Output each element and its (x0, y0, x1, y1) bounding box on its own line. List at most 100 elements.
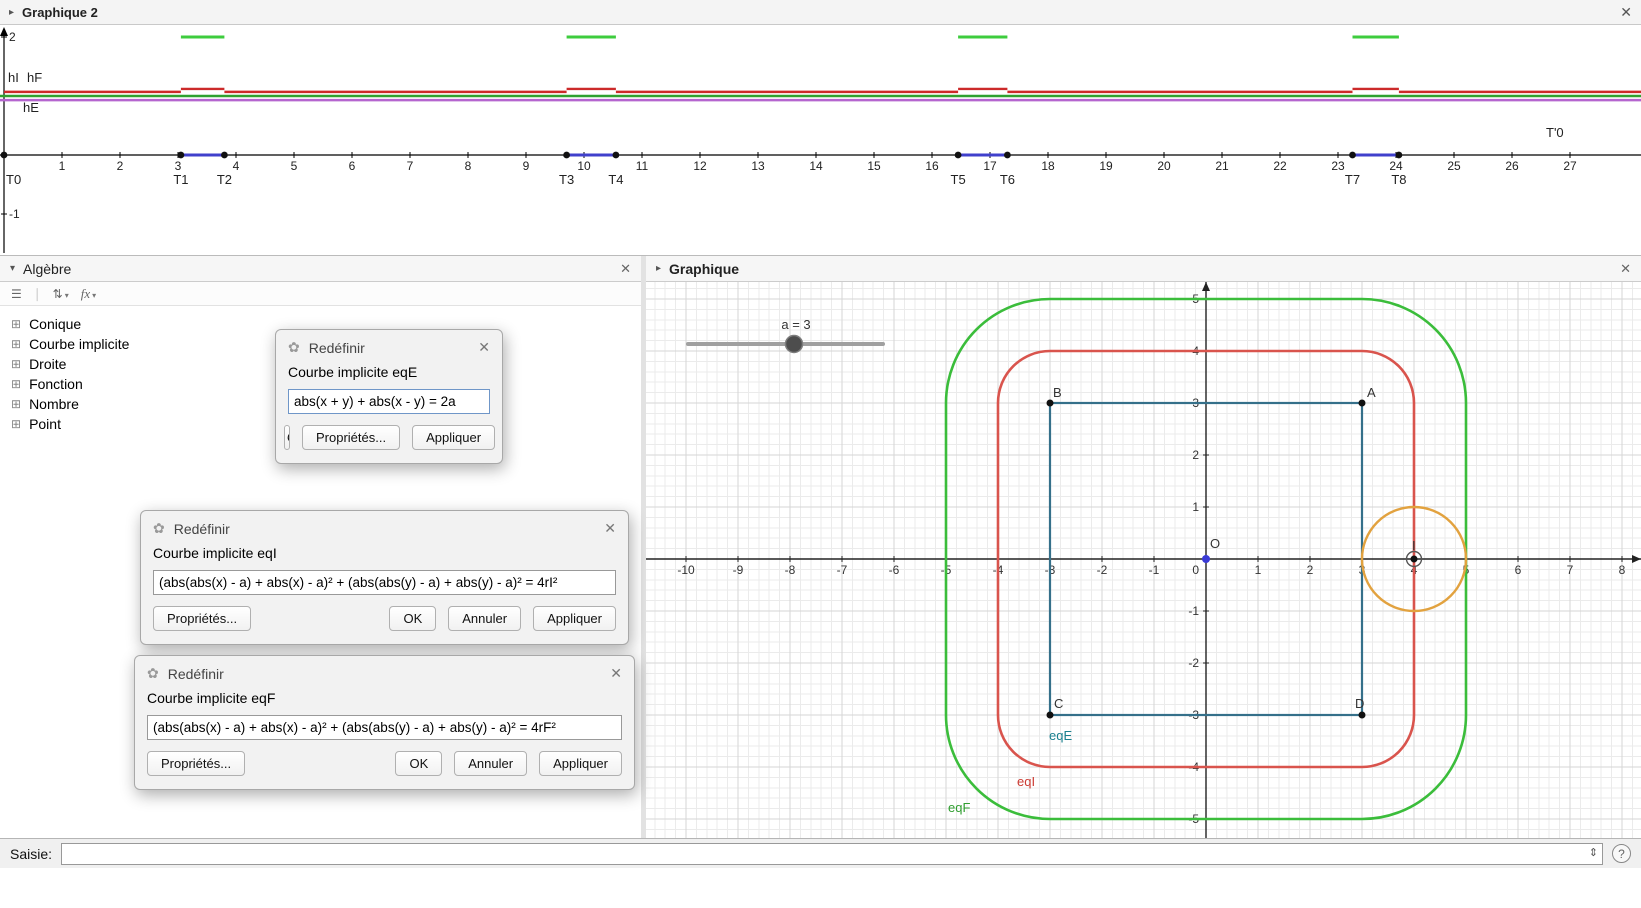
svg-text:eqE: eqE (1049, 728, 1072, 743)
eqI-cancel-button[interactable]: Annuler (448, 606, 521, 631)
svg-text:16: 16 (925, 159, 939, 173)
svg-text:19: 19 (1099, 159, 1113, 173)
eqI-apply-button[interactable]: Appliquer (533, 606, 616, 631)
expand-icon[interactable]: ⊞ (11, 337, 21, 351)
eqI-properties-button[interactable]: Propriétés... (153, 606, 251, 631)
eqF-properties-button[interactable]: Propriétés... (147, 751, 245, 776)
expand-icon[interactable]: ⊞ (11, 397, 21, 411)
point-B[interactable] (1047, 400, 1054, 407)
svg-text:C: C (1054, 696, 1063, 711)
saisie-label: Saisie: (10, 846, 52, 862)
collapse-triangle-icon[interactable]: ▸ (656, 263, 661, 274)
graphics-header: ▸ Graphique ✕ (646, 256, 1641, 282)
point-T0[interactable] (1, 152, 8, 159)
expand-icon[interactable]: ⊞ (11, 377, 21, 391)
svg-text:10: 10 (577, 159, 591, 173)
svg-text:6: 6 (1515, 563, 1522, 577)
point-T5[interactable] (955, 152, 962, 159)
point-T6[interactable] (1004, 152, 1011, 159)
svg-text:21: 21 (1215, 159, 1229, 173)
list-view-icon[interactable]: ☰ (7, 286, 26, 302)
close-view2-icon[interactable]: ✕ (1620, 4, 1632, 21)
close-icon[interactable]: ✕ (478, 339, 490, 356)
saisie-input[interactable] (61, 843, 1603, 865)
timeline-functions[interactable] (0, 37, 1641, 155)
point-I[interactable] (1411, 556, 1418, 563)
help-icon[interactable]: ? (1612, 844, 1631, 863)
svg-text:11: 11 (636, 159, 649, 173)
expand-icon[interactable]: ⊞ (11, 417, 21, 431)
close-icon[interactable]: ✕ (610, 665, 622, 682)
dialog-titlebar[interactable]: ✿ Redéfinir ✕ (141, 511, 628, 543)
svg-text:22: 22 (1273, 159, 1287, 173)
point-C[interactable] (1047, 712, 1054, 719)
svg-text:B: B (1053, 385, 1062, 400)
chevron-down-icon: ▾ (65, 291, 69, 300)
sort-objects-icon[interactable]: ⇅▾ (49, 286, 73, 302)
dialog-subject: Courbe implicite eqE (288, 364, 490, 380)
graph-canvas[interactable]: -10-9-8-7-6-5-4-3-2-112345678-5-4-3-2-11… (646, 282, 1641, 839)
timeline-canvas[interactable]: 1234567891011121314151617181920212223242… (0, 25, 1641, 255)
svg-text:0: 0 (1192, 563, 1199, 577)
svg-text:2: 2 (117, 159, 124, 173)
svg-text:27: 27 (1563, 159, 1577, 173)
svg-text:D: D (1355, 696, 1364, 711)
point-T7[interactable] (1349, 152, 1356, 159)
dialog-titlebar[interactable]: ✿ Redéfinir ✕ (276, 330, 502, 362)
expand-icon[interactable]: ⊞ (11, 317, 21, 331)
view2-header: ▸ Graphique 2 ✕ (0, 0, 1641, 25)
close-graphics-icon[interactable]: ✕ (1620, 261, 1631, 277)
updown-arrows-icon[interactable]: ⇕ (1589, 846, 1598, 859)
timeline-axes (0, 27, 1641, 253)
svg-text:T8: T8 (1391, 172, 1406, 187)
input-bar: Saisie: ⇕ ? (0, 838, 1641, 868)
eqI-ok-button[interactable]: OK (389, 606, 436, 631)
svg-text:25: 25 (1447, 159, 1461, 173)
svg-text:hI: hI (8, 70, 19, 85)
equation-input-eqI[interactable] (153, 570, 616, 595)
point-T1[interactable] (178, 152, 185, 159)
close-algebra-icon[interactable]: ✕ (620, 261, 631, 277)
dialog-titlebar[interactable]: ✿ Redéfinir ✕ (135, 656, 634, 688)
svg-text:-2: -2 (1097, 563, 1108, 577)
svg-text:T7: T7 (1345, 172, 1360, 187)
dialog-buttons: OK Propriétés... Appliquer (276, 414, 502, 463)
eqF-cancel-button[interactable]: Annuler (454, 751, 527, 776)
point-O[interactable] (1202, 555, 1210, 563)
equation-input-eqF[interactable] (147, 715, 622, 740)
point-T2[interactable] (221, 152, 228, 159)
geogebra-logo-icon: ✿ (288, 339, 300, 356)
svg-text:1: 1 (1192, 500, 1199, 514)
point-D[interactable] (1359, 712, 1366, 719)
point-T8[interactable] (1396, 152, 1403, 159)
eqF-apply-button[interactable]: Appliquer (539, 751, 622, 776)
timeline-view: 1234567891011121314151617181920212223242… (0, 25, 1641, 255)
toolbar-separator: ❘ (32, 286, 43, 302)
tree-item-label: Fonction (29, 376, 83, 392)
expand-icon[interactable]: ⊞ (11, 357, 21, 371)
close-icon[interactable]: ✕ (604, 520, 616, 537)
collapse-triangle-icon[interactable]: ▸ (9, 7, 14, 18)
point-T3[interactable] (563, 152, 570, 159)
equation-input-eqE[interactable] (288, 389, 490, 414)
svg-text:-1: -1 (1149, 563, 1160, 577)
svg-text:5: 5 (291, 159, 298, 173)
svg-text:24: 24 (1389, 159, 1403, 173)
point-A[interactable] (1359, 400, 1366, 407)
svg-text:T'0: T'0 (1546, 125, 1564, 140)
dialog-subject: Courbe implicite eqI (153, 545, 616, 561)
saisie-input-wrap: ⇕ (61, 843, 1603, 865)
grid (646, 282, 1641, 839)
svg-text:7: 7 (407, 159, 414, 173)
eqF-ok-button[interactable]: OK (395, 751, 442, 776)
svg-text:8: 8 (1619, 563, 1626, 577)
dialog-body: Courbe implicite eqF (135, 688, 634, 740)
point-T4[interactable] (613, 152, 620, 159)
eqE-apply-button[interactable]: Appliquer (412, 425, 495, 450)
svg-text:7: 7 (1567, 563, 1574, 577)
collapse-triangle-icon[interactable]: ▾ (10, 263, 15, 274)
fx-format-icon[interactable]: fx▾ (77, 285, 100, 303)
eqE-ok-button-clipped[interactable]: OK (284, 425, 290, 450)
eqE-properties-button[interactable]: Propriétés... (302, 425, 400, 450)
slider-handle[interactable] (786, 336, 803, 353)
